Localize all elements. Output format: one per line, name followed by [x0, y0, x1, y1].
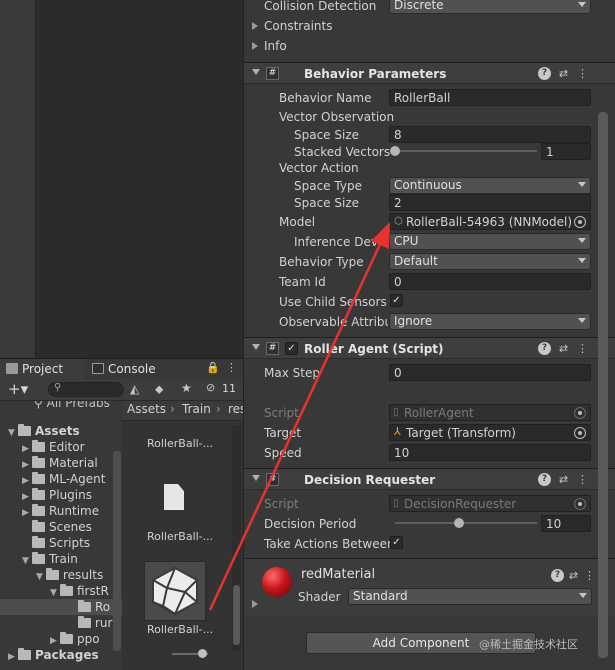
annotation-arrow: [208, 222, 390, 611]
arrow-head: [371, 222, 390, 249]
arrow-line: [208, 239, 384, 611]
